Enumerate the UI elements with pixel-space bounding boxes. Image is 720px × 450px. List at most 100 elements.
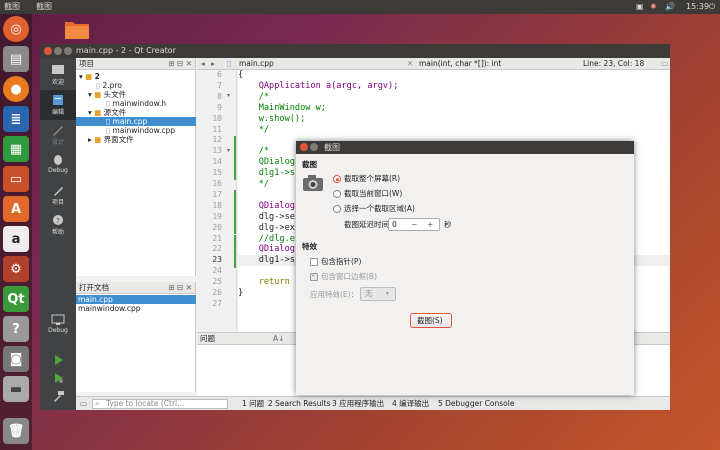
pane-controls-icon[interactable]: ⊞ ⊟ ✕ [168,58,192,70]
code-line: /* [238,146,270,157]
close-doc-icon[interactable]: ✕ [407,58,413,70]
status-tab-search[interactable]: 2 Search Results [268,397,330,411]
trash-icon[interactable]: 🗑 [3,418,29,444]
include-border-checkbox[interactable]: ✓ [310,271,318,281]
plus-icon[interactable]: + [427,220,433,230]
files-icon[interactable]: ▤ [3,46,29,72]
code-line: QApplication a(argc, argv); [238,80,399,91]
radio-select-area-label[interactable]: 选择一个截取区域(A) [344,204,415,214]
mode-help[interactable]: ? 帮助 [40,210,76,240]
dialog-close-button[interactable] [300,143,308,151]
include-pointer-label[interactable]: 包含指针(P) [321,257,361,267]
code-line: } [238,288,244,298]
tree-item-main-cpp[interactable]: ▯ main.cpp [76,117,196,126]
nav-forward-icon[interactable]: ▸ [211,58,215,70]
editor-file-name[interactable]: main.cpp [239,58,274,70]
status-tab-compile-output[interactable]: 4 编译输出 [392,397,429,411]
filter-icon[interactable]: A↓ [273,333,284,345]
mode-edit[interactable]: 编辑 [40,90,76,120]
radio-current-window-label[interactable]: 截取当前窗口(W) [344,189,402,199]
drive-icon[interactable]: ▬ [3,376,29,402]
help-icon[interactable]: ? [3,316,29,342]
code-line: w.show(); [238,113,306,124]
firefox-icon[interactable]: ● [3,76,29,102]
open-documents-header: 打开文档 ⊞ ⊟ ✕ [76,282,195,294]
fold-arrow-icon[interactable]: ▾ [227,147,230,154]
include-border-label[interactable]: 包含窗口边框(B) [321,272,377,282]
tree-item-mainwindow-h[interactable]: ▯ mainwindow.h [76,99,196,108]
menu-item[interactable]: 截图 [36,1,52,13]
software-center-icon[interactable]: A [3,196,29,222]
qt-creator-icon[interactable]: Qt [3,286,29,312]
split-icon[interactable]: ▭ [661,58,668,70]
mode-debug[interactable]: Debug [40,150,76,180]
maximize-button[interactable] [64,47,72,55]
run-icon [55,355,63,365]
radio-select-area[interactable] [333,205,341,213]
screenshot-icon[interactable]: ◙ [3,346,29,372]
run-button[interactable] [40,350,76,368]
window-title: main.cpp - 2 - Qt Creator [76,46,176,55]
fold-arrow-icon[interactable]: ▾ [227,92,230,99]
radio-current-window[interactable] [333,190,341,198]
tree-item-forms[interactable]: ▸ ■ 界面文件 [76,135,196,144]
line-number: 9 [217,102,222,112]
open-doc-mainwindow-cpp[interactable]: mainwindow.cpp [76,304,196,313]
radio-full-screen-label[interactable]: 截取整个屏幕(R) [344,174,400,184]
status-tab-issues[interactable]: 1 问题 [242,397,264,411]
mode-welcome[interactable]: 欢迎 [40,60,76,90]
volume-icon[interactable]: 🔊 [665,1,675,13]
power-icon[interactable]: ⏻ [709,1,715,13]
line-number: 10 [212,113,222,123]
line-number: 26 [212,288,222,297]
tree-item-headers[interactable]: ▾ ■ 头文件 [76,90,196,99]
effect-select[interactable]: 无 ▾ [360,287,396,301]
status-tab-app-output[interactable]: 3 应用程序输出 [332,397,384,411]
dialog-minimize-button[interactable] [310,143,318,151]
mode-projects[interactable]: 项目 [40,180,76,210]
file-icon: ▯ [96,81,101,90]
monitor-icon [51,314,65,325]
mode-bar: 欢迎 编辑 设计 Debug 项目 ? 帮助 Debug [40,58,76,410]
capture-button[interactable]: 截图(S) [410,313,452,328]
calc-icon[interactable]: ▦ [3,136,29,162]
delay-spinner[interactable]: 0 − + [388,218,440,231]
launcher: ◎ ▤ ● ≣ ▦ ▭ A a ⚙ Qt ? ◙ ▬ 🗑 [0,14,32,450]
change-marker [234,190,236,234]
delay-value[interactable]: 0 [392,220,397,230]
dash-icon[interactable]: ◎ [3,16,29,42]
tree-item-mainwindow-cpp[interactable]: ▯ mainwindow.cpp [76,126,196,135]
debug-run-button[interactable] [40,368,76,386]
tree-item-pro[interactable]: ▯ 2.pro [76,81,196,90]
minus-icon[interactable]: − [411,220,417,230]
desktop-folder-icon[interactable] [64,18,90,40]
code-line: /* [238,91,270,102]
settings-icon[interactable]: ⚙ [3,256,29,282]
screenshot-indicator-icon[interactable]: ▣ [636,1,644,13]
close-button[interactable] [44,47,52,55]
locator-input[interactable]: ⌕ Type to locate (Ctrl... [92,399,228,409]
minimize-button[interactable] [54,47,62,55]
toggle-sidebar-icon[interactable]: ▭ [80,397,87,411]
mode-design[interactable]: 设计 [40,120,76,150]
tree-item-sources[interactable]: ▾ ■ 源文件 [76,108,196,117]
function-selector[interactable]: main(int, char *[]): int [419,58,501,70]
clock[interactable]: 15:39 [686,1,709,13]
code-line: dlg->ex [238,222,295,233]
code-line: QDialog [238,157,295,168]
build-button[interactable] [40,386,76,404]
tree-item-project[interactable]: ▾ ■ 2 [76,72,196,81]
folder-icon: ■ [94,135,102,144]
status-tab-debugger-console[interactable]: 5 Debugger Console [438,397,514,411]
impress-icon[interactable]: ▭ [3,166,29,192]
include-pointer-checkbox[interactable] [310,258,318,266]
line-number: 27 [212,298,222,308]
nav-back-icon[interactable]: ◂ [201,58,205,70]
amazon-icon[interactable]: a [3,226,29,252]
writer-icon[interactable]: ≣ [3,106,29,132]
pane-controls-icon[interactable]: ⊞ ⊟ ✕ [168,282,192,294]
kit-selector[interactable]: Debug [40,310,76,350]
radio-full-screen[interactable] [333,175,341,183]
open-doc-main-cpp[interactable]: main.cpp [76,295,196,304]
settings-gear-icon[interactable]: ✹ [650,1,657,13]
